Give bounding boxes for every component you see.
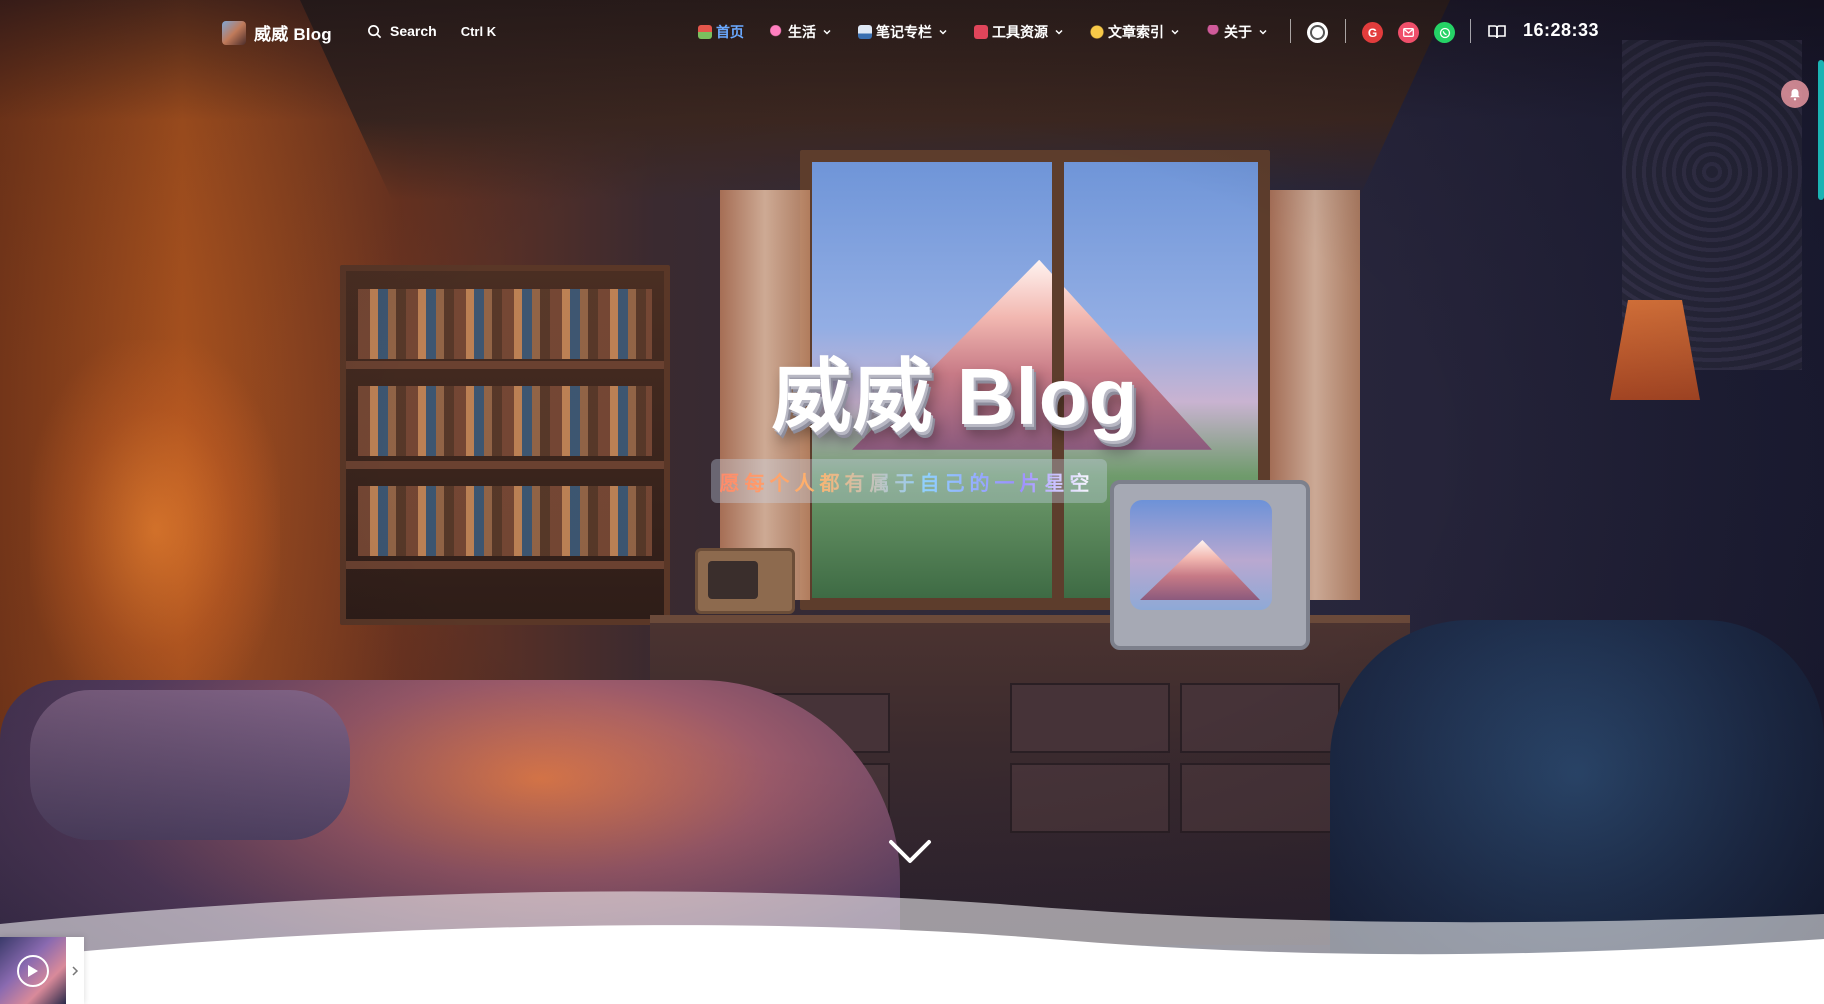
chevron-right-icon	[72, 965, 79, 976]
music-player[interactable]	[0, 937, 84, 1004]
notebook-icon	[858, 25, 872, 39]
typing-cursor	[1097, 471, 1099, 491]
divider	[1290, 19, 1291, 43]
chevron-down-icon	[823, 29, 831, 35]
play-icon	[28, 965, 38, 977]
toolbox-icon	[974, 25, 988, 39]
menu-item-tools[interactable]: 工具资源	[974, 22, 1064, 42]
menu-label: 生活	[788, 24, 816, 40]
chevron-down-icon	[1055, 29, 1063, 35]
bell-icon[interactable]	[1781, 80, 1809, 108]
whatsapp-icon[interactable]	[1434, 22, 1455, 43]
menu-label: 首页	[716, 24, 744, 40]
book-icon[interactable]	[1487, 22, 1507, 42]
bell-glyph-icon	[1790, 88, 1800, 100]
menu-label: 笔记专栏	[876, 24, 932, 40]
chevron-down-icon	[939, 29, 947, 35]
menu-item-index[interactable]: 文章索引	[1090, 22, 1180, 42]
album-cover	[0, 937, 66, 1004]
brand-logo	[222, 20, 246, 45]
bottom-wave	[0, 891, 1824, 1004]
search-label: Search	[390, 23, 437, 39]
gitee-icon[interactable]: G	[1362, 22, 1383, 43]
scroll-down-chevron-icon[interactable]	[887, 836, 933, 866]
divider	[1345, 19, 1346, 43]
menu-item-about[interactable]: 关于	[1206, 22, 1268, 42]
player-expand-button[interactable]	[66, 965, 84, 977]
search-shortcut: Ctrl K	[460, 23, 497, 39]
hero-subtitle-box: 愿每个人都有属于自己的一片星空	[711, 459, 1107, 503]
gitee-label: G	[1367, 25, 1378, 40]
menu-item-life[interactable]: 生活	[770, 22, 832, 42]
brand-link[interactable]: 威威 Blog	[222, 20, 332, 45]
brand-name: 威威 Blog	[254, 25, 332, 44]
phone-bubble-icon	[1439, 27, 1450, 38]
hero-subtitle: 愿每个人都有属于自己的一片星空	[720, 467, 1095, 496]
clap-icon	[1090, 25, 1104, 39]
lollipop-icon	[770, 25, 784, 39]
main-menu: 首页 生活 笔记专栏 工具资源 文章索引 关于	[698, 22, 1268, 42]
menu-label: 工具资源	[992, 24, 1048, 40]
chevron-down-icon	[1171, 29, 1179, 35]
house-icon	[698, 25, 712, 39]
divider	[1470, 19, 1471, 43]
scroll-indicator	[1818, 60, 1824, 200]
search-button[interactable]: Search Ctrl K	[367, 23, 496, 39]
search-icon	[368, 24, 382, 38]
theme-toggle-icon[interactable]	[1307, 22, 1328, 43]
envelope-icon	[1403, 28, 1414, 37]
menu-item-home[interactable]: 首页	[698, 22, 744, 42]
wine-glass-icon	[1206, 25, 1220, 39]
chevron-down-icon	[1259, 29, 1267, 35]
menu-item-notes[interactable]: 笔记专栏	[858, 22, 948, 42]
clock: 16:28:33	[1523, 20, 1600, 40]
play-button[interactable]	[17, 955, 49, 987]
mail-icon[interactable]	[1398, 22, 1419, 43]
menu-label: 关于	[1224, 24, 1252, 40]
hero-title: 威威 Blog	[771, 352, 1139, 441]
menu-label: 文章索引	[1108, 24, 1164, 40]
navbar: 威威 Blog Search Ctrl K 首页 生活 笔记专栏 工具资源 文章…	[0, 0, 1824, 64]
